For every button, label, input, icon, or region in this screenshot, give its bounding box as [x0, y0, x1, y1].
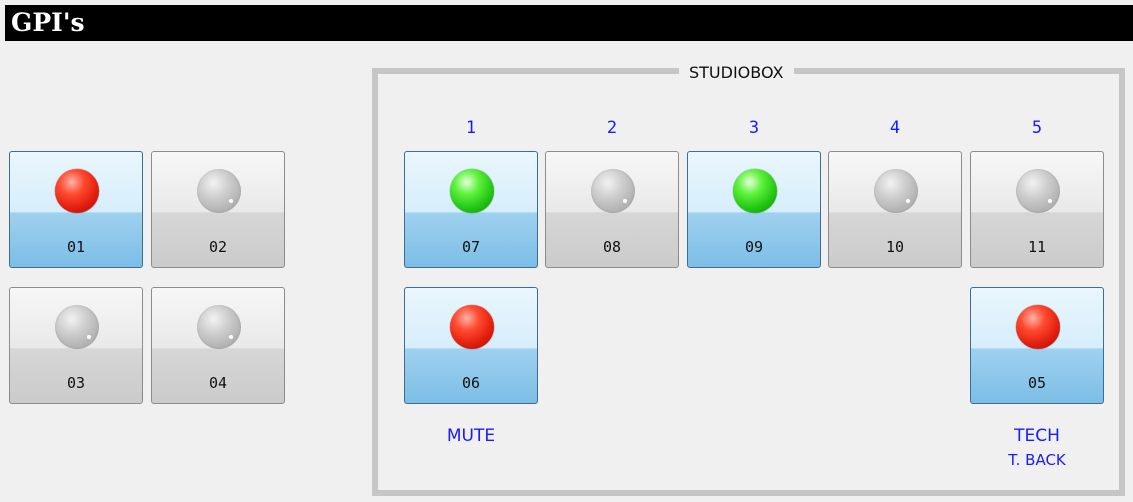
- tech-caption: TECH: [1014, 426, 1060, 446]
- button-label: 02: [208, 238, 228, 256]
- gpi-button-01[interactable]: 01: [9, 151, 143, 268]
- led-off-icon: [55, 305, 99, 349]
- led-green-icon: [733, 169, 777, 213]
- button-label: 11: [1027, 238, 1047, 256]
- window-title: GPI's: [5, 5, 1133, 41]
- gpi-button-02[interactable]: 02: [151, 151, 285, 268]
- column-number-2: 2: [606, 118, 618, 138]
- studiobox-button-10[interactable]: 10: [828, 151, 962, 268]
- gpi-button-04[interactable]: 04: [151, 287, 285, 404]
- studiobox-button-08[interactable]: 08: [545, 151, 679, 268]
- led-off-icon: [874, 169, 918, 213]
- button-label: 10: [885, 238, 905, 256]
- mute-button[interactable]: 06: [404, 287, 538, 404]
- column-number-1: 1: [465, 118, 477, 138]
- button-label: 07: [461, 238, 481, 256]
- studiobox-button-07[interactable]: 07: [404, 151, 538, 268]
- gpi-button-03[interactable]: 03: [9, 287, 143, 404]
- studiobox-button-11[interactable]: 11: [970, 151, 1104, 268]
- column-number-3: 3: [748, 118, 760, 138]
- studiobox-button-09[interactable]: 09: [687, 151, 821, 268]
- led-red-icon: [450, 305, 494, 349]
- button-label: 01: [66, 238, 86, 256]
- button-label: 08: [602, 238, 622, 256]
- button-label: 09: [744, 238, 764, 256]
- led-red-icon: [1016, 305, 1060, 349]
- led-green-icon: [450, 169, 494, 213]
- studiobox-title: STUDIOBOX: [679, 62, 794, 84]
- button-label: 06: [461, 374, 481, 392]
- talkback-caption: T. BACK: [1008, 451, 1066, 469]
- column-number-5: 5: [1031, 118, 1043, 138]
- led-off-icon: [591, 169, 635, 213]
- tech-talkback-button[interactable]: 05: [970, 287, 1104, 404]
- led-off-icon: [197, 305, 241, 349]
- led-off-icon: [1016, 169, 1060, 213]
- column-number-4: 4: [889, 118, 901, 138]
- led-off-icon: [197, 169, 241, 213]
- button-label: 05: [1027, 374, 1047, 392]
- button-label: 04: [208, 374, 228, 392]
- mute-caption: MUTE: [446, 426, 496, 446]
- button-label: 03: [66, 374, 86, 392]
- led-red-icon: [55, 169, 99, 213]
